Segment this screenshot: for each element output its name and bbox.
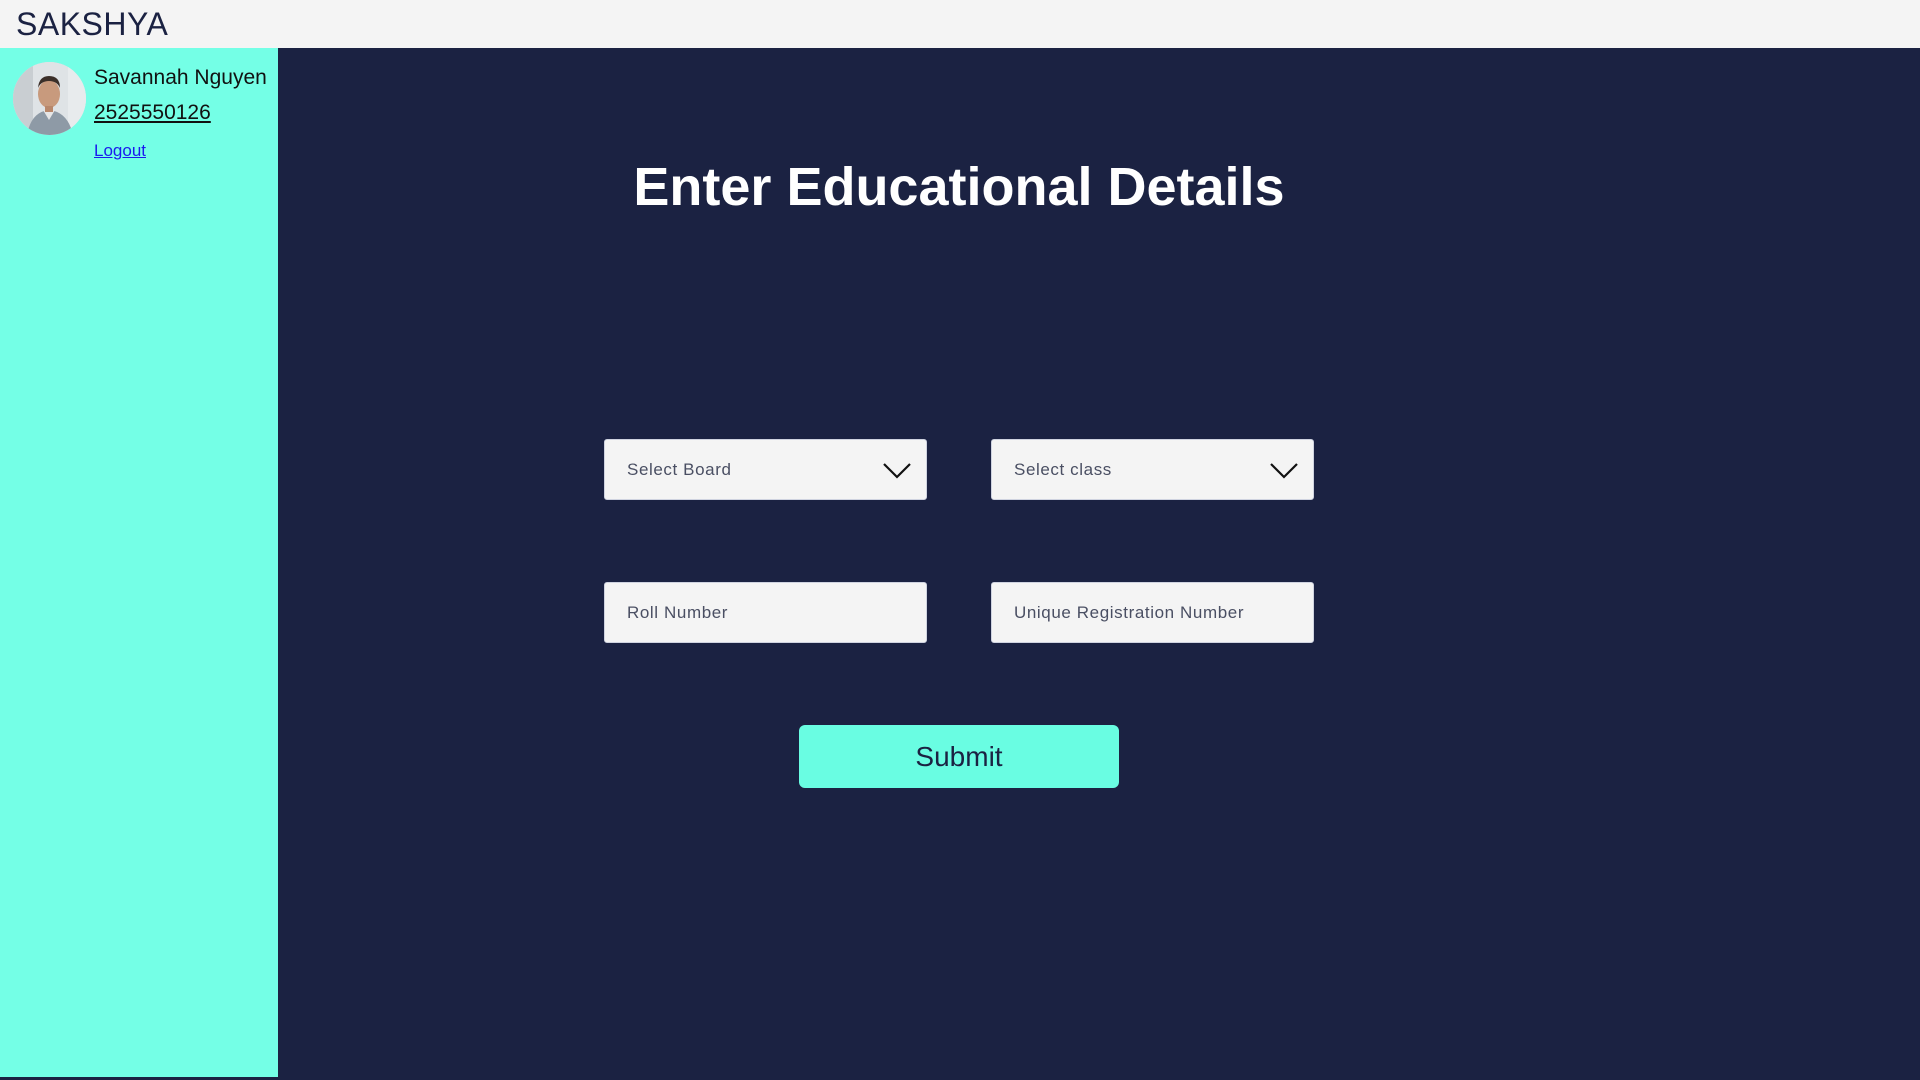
logout-link[interactable]: Logout: [94, 141, 146, 161]
user-name: Savannah Nguyen: [94, 66, 267, 89]
roll-number-field[interactable]: [604, 582, 927, 643]
board-select[interactable]: Select Board: [604, 439, 927, 500]
main-content: Enter Educational Details Select Board S…: [278, 48, 1920, 1080]
top-bar: SAKSHYA: [0, 0, 1920, 48]
class-select[interactable]: Select class: [991, 439, 1314, 500]
user-phone: 2525550126: [94, 101, 211, 124]
chevron-down-icon: [1270, 463, 1298, 479]
registration-number-input[interactable]: [992, 583, 1313, 642]
sidebar: [0, 48, 278, 1077]
class-select-label: Select class: [1014, 460, 1112, 479]
submit-button[interactable]: Submit: [799, 725, 1119, 788]
page-title: Enter Educational Details: [633, 157, 1285, 217]
registration-number-field[interactable]: [991, 582, 1314, 643]
chevron-down-icon: [883, 463, 911, 479]
avatar: [13, 62, 86, 135]
roll-number-input[interactable]: [605, 583, 926, 642]
board-select-label: Select Board: [627, 460, 732, 479]
brand-logo: SAKSHYA: [16, 6, 169, 42]
